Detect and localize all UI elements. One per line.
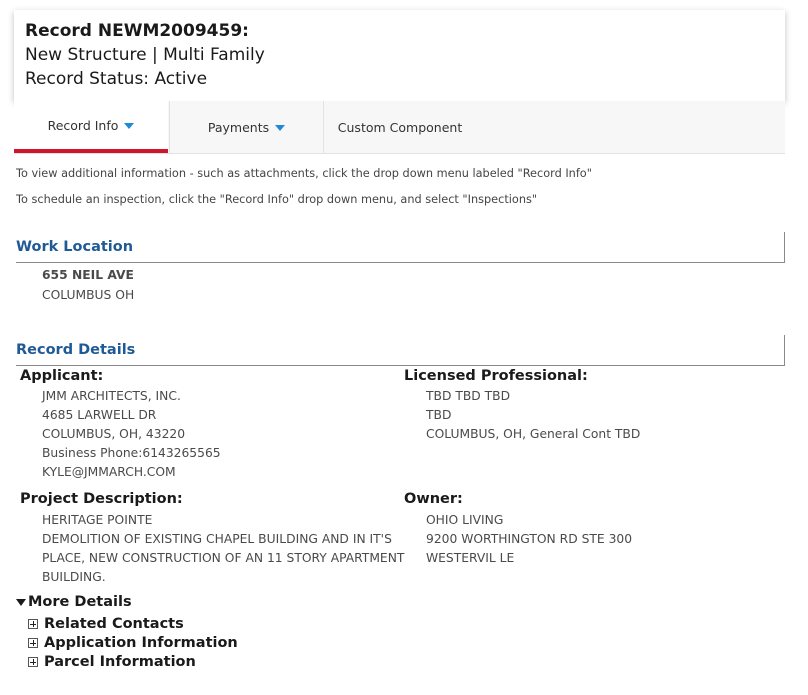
expand-plus-icon [28,657,38,667]
project-description-line: BUILDING. [42,570,106,584]
info-text-attachments: To view additional information - such as… [16,167,592,180]
section-divider-edge [784,232,785,263]
project-description-line: HERITAGE POINTE [42,513,153,527]
record-type: New Structure | Multi Family [25,45,265,65]
owner-city: WESTERVIL LE [426,551,515,565]
work-location-address-line2: COLUMBUS OH [42,288,135,302]
owner-street: 9200 WORTHINGTON RD STE 300 [426,532,633,546]
more-details-toggle[interactable]: More Details [16,594,132,610]
licensed-professional-label: Licensed Professional: [404,368,588,384]
dropdown-caret-icon [124,123,135,129]
work-location-heading: Work Location [16,239,134,255]
dropdown-caret-icon [275,125,286,131]
tab-payments[interactable]: Payments [169,101,324,153]
record-status: Record Status: Active [25,69,208,89]
tab-record-info[interactable]: Record Info [14,101,168,153]
expand-plus-icon [28,638,38,648]
parcel-information-label: Parcel Information [44,654,196,670]
applicant-city: COLUMBUS, OH, 43220 [42,427,186,441]
section-divider-edge [784,335,785,366]
tab-custom-component-label: Custom Component [337,119,463,135]
tab-record-info-label: Record Info [47,117,119,133]
licensed-professional-company: TBD [426,408,452,422]
owner-label: Owner: [404,491,463,507]
related-contacts-label: Related Contacts [44,616,184,632]
applicant-phone: Business Phone:6143265565 [42,446,221,460]
application-information-label: Application Information [44,635,238,651]
record-title: Record NEWM2009459: [25,21,249,41]
tab-custom-component[interactable]: Custom Component [323,101,477,153]
section-divider [16,262,785,263]
more-details-label: More Details [28,594,132,610]
tab-bar: Record Info Payments Custom Component [14,101,785,154]
work-location-address-line1: 655 NEIL AVE [42,268,134,282]
applicant-street: 4685 LARWELL DR [42,408,157,422]
info-text-inspections: To schedule an inspection, click the "Re… [16,193,538,206]
applicant-email: KYLE@JMMARCH.COM [42,465,176,479]
project-description-line: PLACE, NEW CONSTRUCTION OF AN 11 STORY A… [42,551,405,565]
licensed-professional-name: TBD TBD TBD [426,389,511,403]
applicant-name: JMM ARCHITECTS, INC. [42,389,181,403]
licensed-professional-city: COLUMBUS, OH, General Cont TBD [426,427,641,441]
project-description-line: DEMOLITION OF EXISTING CHAPEL BUILDING A… [42,532,392,546]
collapse-triangle-icon [16,598,26,606]
applicant-label: Applicant: [20,368,104,384]
record-header: Record NEWM2009459: New Structure | Mult… [14,10,785,101]
parcel-information-toggle[interactable]: Parcel Information [28,654,196,670]
expand-plus-icon [28,619,38,629]
project-description-label: Project Description: [20,491,183,507]
owner-name: OHIO LIVING [426,513,504,527]
related-contacts-toggle[interactable]: Related Contacts [28,616,184,632]
section-divider [16,365,785,366]
application-information-toggle[interactable]: Application Information [28,635,238,651]
tab-payments-label: Payments [207,119,270,135]
record-details-heading: Record Details [16,342,136,358]
